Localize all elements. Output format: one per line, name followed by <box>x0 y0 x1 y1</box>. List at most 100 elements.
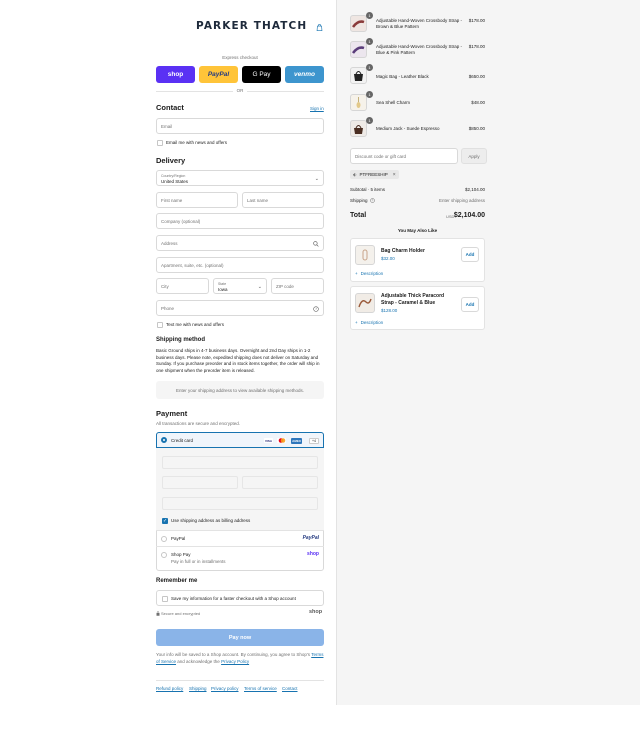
shipping-value: Enter shipping address <box>438 198 485 203</box>
save-info-checkbox[interactable] <box>162 595 168 602</box>
shipping-link[interactable]: Shipping <box>189 686 207 691</box>
billing-same-label: Use shipping address as billing address <box>171 518 251 523</box>
delivery-heading: Delivery <box>156 156 186 165</box>
email-news-label: Email me with news and offers <box>166 140 227 145</box>
total-label: Total <box>350 212 367 219</box>
description-label: Description <box>360 320 384 325</box>
credit-card-option[interactable]: Credit card VISA AMEX +4 <box>156 432 324 448</box>
company-placeholder: Company (optional) <box>161 219 201 224</box>
legal-text: Your info will be saved to a Shop accoun… <box>156 651 324 665</box>
product-thumbnail <box>355 293 375 313</box>
subtotal-value: $2,104.00 <box>464 187 485 192</box>
apartment-field[interactable]: Apartment, suite, etc. (optional) <box>156 257 324 273</box>
text-news-label: Text me with news and offers <box>166 322 224 327</box>
state-select[interactable]: State Iowa ⌄ <box>213 278 267 294</box>
google-pay-button[interactable]: G Pay <box>242 66 281 83</box>
quantity-badge: 1 <box>366 117 373 124</box>
terms-of-service-link[interactable]: Terms of service <box>244 686 277 691</box>
recommendation-name: Bag Charm Holder <box>381 248 425 254</box>
card-security-field[interactable] <box>242 476 318 489</box>
shop-pay-option[interactable]: Shop Pay Pay in full or in installments … <box>156 546 324 571</box>
card-number-field[interactable] <box>162 456 318 469</box>
apartment-placeholder: Apartment, suite, etc. (optional) <box>161 263 224 268</box>
shopping-bag-icon[interactable] <box>316 24 323 31</box>
description-toggle[interactable]: + Description <box>355 271 383 276</box>
legal-text-1: Your info will be saved to a Shop accoun… <box>156 652 311 657</box>
refund-policy-link[interactable]: Refund policy <box>156 686 183 691</box>
first-name-field[interactable]: First name <box>156 192 238 208</box>
checkout-form-panel: PARKER THATCH Express checkout shop PayP… <box>0 0 336 705</box>
brand-logo[interactable]: PARKER THATCH <box>196 20 307 32</box>
contact-heading: Contact <box>156 103 184 112</box>
secure-encrypted-text: Secure and encrypted <box>161 611 201 616</box>
quantity-badge: 1 <box>366 91 373 98</box>
privacy-policy-link[interactable]: Privacy policy <box>211 686 239 691</box>
footer-divider <box>156 680 324 681</box>
shop-logo: shop <box>309 609 323 615</box>
country-select[interactable]: Country/Region United States ⌄ <box>156 170 324 186</box>
payment-secure-text: All transactions are secure and encrypte… <box>156 421 241 426</box>
discount-code-field[interactable]: Discount code or gift card <box>350 148 458 164</box>
description-label: Description <box>360 271 384 276</box>
paypal-button[interactable]: PayPal <box>199 66 238 83</box>
country-value: United States <box>161 178 189 184</box>
billing-same-checkbox[interactable]: ✓ <box>162 518 168 524</box>
product-thumbnail <box>355 245 375 265</box>
svg-text:?: ? <box>372 199 374 203</box>
paypal-option[interactable]: PayPal PayPal <box>156 530 324 546</box>
shop-pay-button[interactable]: shop <box>156 66 195 83</box>
card-name-field[interactable] <box>162 497 318 510</box>
item-price: $178.00 <box>468 18 485 23</box>
card-expiry-field[interactable] <box>162 476 238 489</box>
shop-pay-label: Shop Pay <box>171 552 191 557</box>
shop-pay-logo: shop <box>307 551 319 557</box>
shipping-method-heading: Shipping method <box>156 337 205 343</box>
last-name-placeholder: Last name <box>247 198 269 203</box>
help-icon[interactable]: ? <box>313 305 319 312</box>
email-news-checkbox[interactable] <box>157 140 163 146</box>
subtotal-label: Subtotal · 5 items <box>350 187 386 192</box>
paypal-logo: PayPal <box>302 535 319 541</box>
text-news-checkbox[interactable] <box>157 322 163 328</box>
city-placeholder: City <box>161 284 169 289</box>
description-toggle[interactable]: + Description <box>355 320 383 325</box>
add-recommendation-button[interactable]: Add <box>461 297 479 312</box>
help-icon[interactable]: ? <box>370 198 375 203</box>
city-field[interactable]: City <box>156 278 209 294</box>
credit-card-radio[interactable] <box>161 437 167 443</box>
bag-image-icon <box>354 71 363 81</box>
contact-link[interactable]: Contact <box>282 686 298 691</box>
item-name: Medium Jack - Suede Espresso <box>376 126 440 131</box>
privacy-link[interactable]: Privacy Policy <box>221 659 249 664</box>
add-recommendation-button[interactable]: Add <box>461 247 479 262</box>
discount-tag: ⬖ PTFREESHIP × <box>350 170 399 179</box>
product-thumbnail <box>350 15 367 32</box>
shipping-methods-placeholder: Enter your shipping address to view avai… <box>156 381 324 399</box>
item-name: Adjustable Hand-Woven Crossbody Strap - … <box>376 44 462 55</box>
pay-now-button[interactable]: Pay now <box>156 629 324 646</box>
recommendation-card: Adjustable Thick Paracord Strap - Carame… <box>350 286 485 330</box>
bag-image-icon <box>354 125 363 134</box>
venmo-button[interactable]: venmo <box>285 66 324 83</box>
address-placeholder: Address <box>161 241 178 246</box>
shop-pay-radio[interactable] <box>161 552 167 558</box>
item-name: Sea Shell Charm <box>376 100 411 105</box>
recommendation-card: Bag Charm Holder $32.00 Add + Descriptio… <box>350 238 485 282</box>
paypal-radio[interactable] <box>161 536 167 542</box>
email-field[interactable]: Email <box>156 118 324 134</box>
zip-field[interactable]: ZIP code <box>271 278 324 294</box>
item-price: $48.00 <box>471 100 485 105</box>
first-name-placeholder: First name <box>161 198 183 203</box>
discount-code-label: PTFREESHIP <box>359 172 388 177</box>
company-field[interactable]: Company (optional) <box>156 213 324 229</box>
sign-in-link[interactable]: Sign in <box>310 106 324 111</box>
svg-text:?: ? <box>315 307 317 311</box>
remember-me-box[interactable]: Save my information for a faster checkou… <box>156 590 324 606</box>
product-thumbnail <box>350 67 367 84</box>
remove-discount-icon[interactable]: × <box>393 172 396 178</box>
apply-button[interactable]: Apply <box>461 148 487 164</box>
address-field[interactable]: Address <box>156 235 324 251</box>
last-name-field[interactable]: Last name <box>242 192 324 208</box>
amex-icon: AMEX <box>291 437 302 444</box>
phone-field[interactable]: Phone ? <box>156 300 324 316</box>
